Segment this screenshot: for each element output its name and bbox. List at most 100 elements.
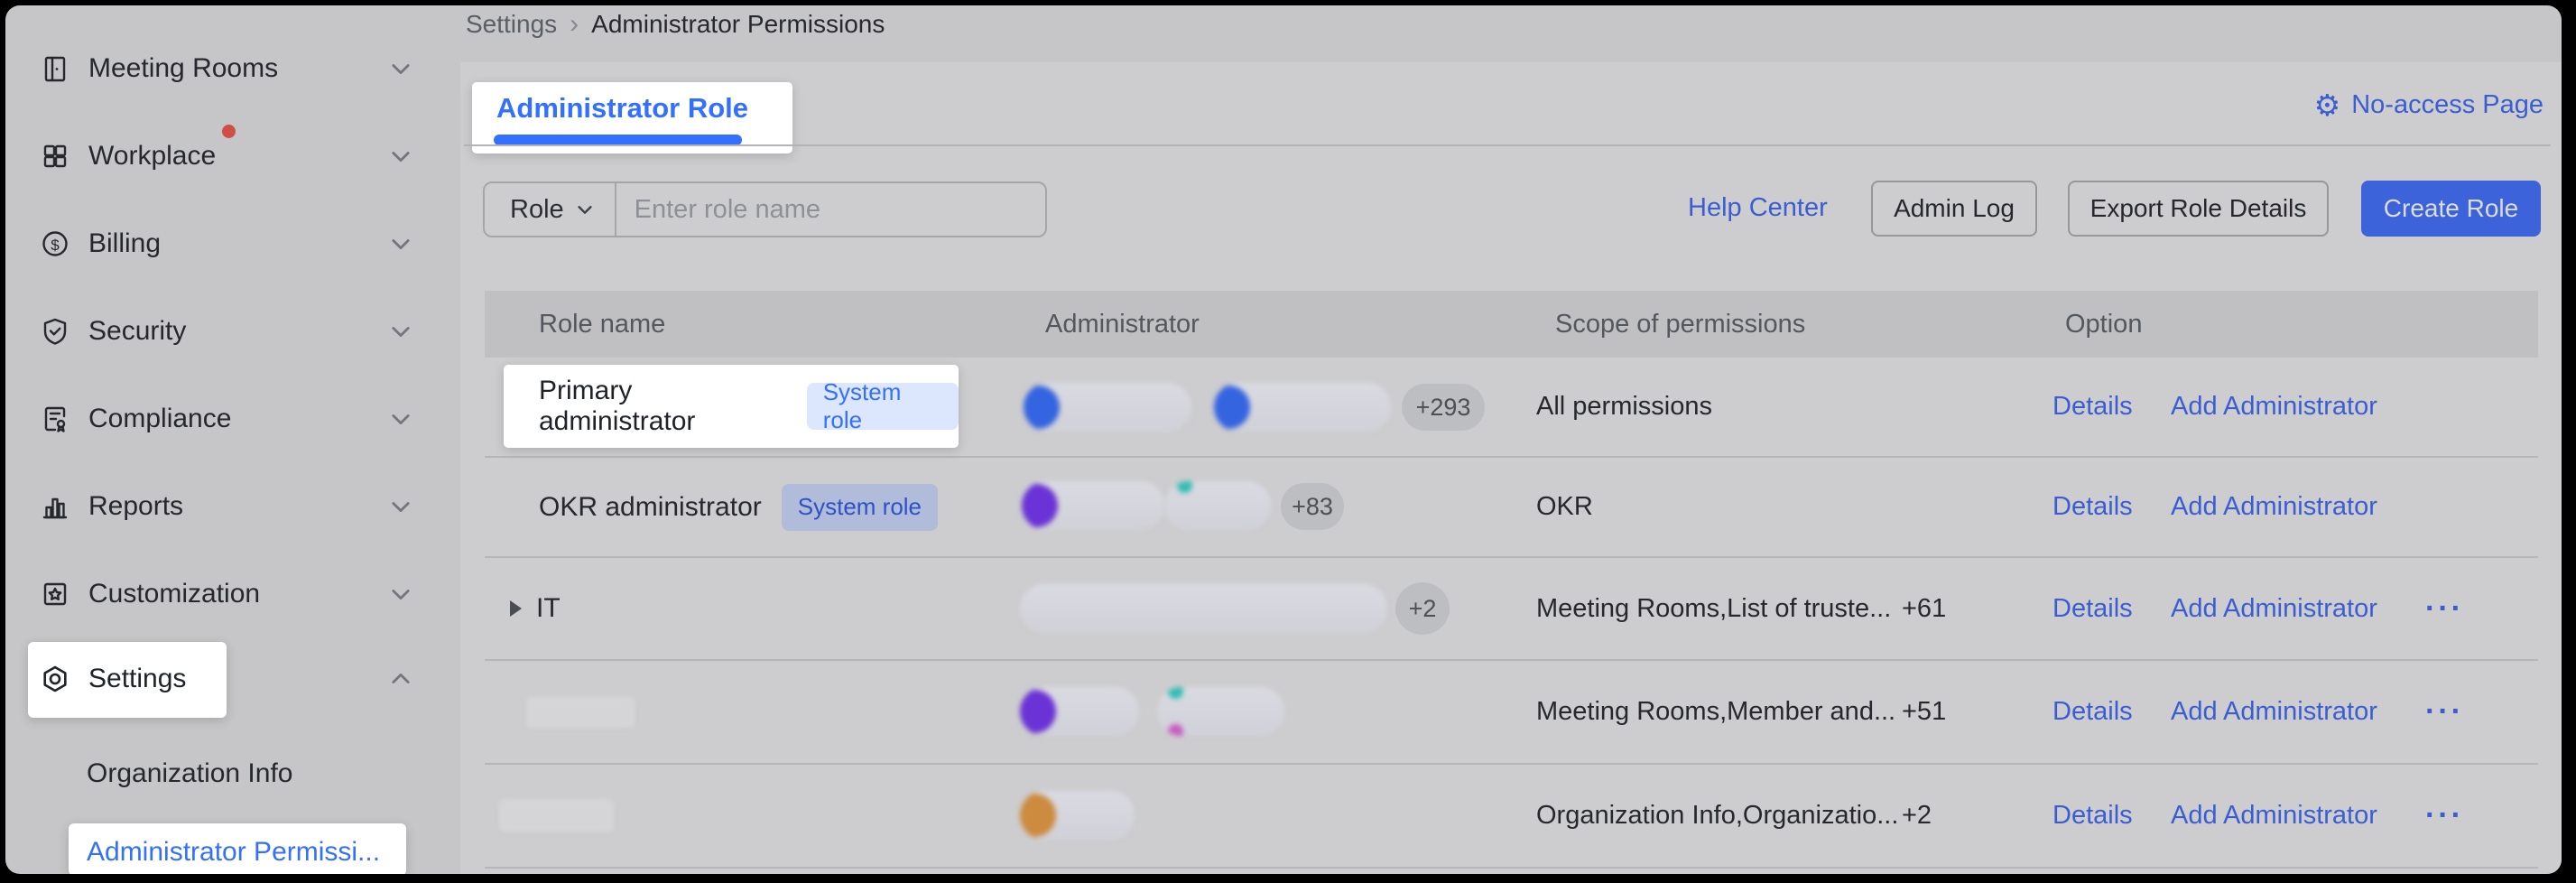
svg-text:$: $ [51,237,60,254]
no-access-page-label: No-access Page [2351,90,2544,120]
sidebar-item-meeting-rooms[interactable]: Meeting Rooms [40,40,413,98]
table-row: IT +2 Meeting Rooms,List of truste... +6… [485,558,2538,661]
column-scope: Scope of permissions [1555,291,1805,358]
settings-gear-icon [40,664,70,694]
breadcrumb: Settings › Administrator Permissions [466,9,885,40]
admin-log-button[interactable]: Admin Log [1871,181,2037,237]
tab-spotlight: Administrator Role [472,82,792,153]
details-link[interactable]: Details [2052,358,2133,456]
sidebar-item-label: Security [88,316,186,347]
add-administrator-link[interactable]: Add Administrator [2171,765,2377,867]
no-access-page-link[interactable]: ⚙ No-access Page [2314,90,2544,120]
search-filter-dropdown[interactable]: Role [485,195,615,225]
role-table: Primary administrator System role +293 A… [485,358,2538,869]
scope-extra-count[interactable]: +61 [1902,558,1946,659]
scope-text: All permissions [1536,358,1712,456]
breadcrumb-separator-icon: › [570,9,579,40]
scope-extra-count[interactable]: +51 [1902,661,1946,763]
role-name: OKR administrator [539,492,762,523]
chevron-down-icon [388,406,413,432]
column-option: Option [2065,291,2142,358]
more-options-icon[interactable]: ··· [2425,661,2464,763]
star-square-icon [40,579,70,609]
shield-check-icon [40,316,70,347]
bar-chart-icon [40,491,70,522]
admin-count-pill[interactable]: +2 [1395,582,1450,635]
role-name-cell: IT [510,558,561,659]
column-administrator: Administrator [1045,291,1200,358]
sidebar-item-settings[interactable]: Settings [40,650,413,708]
chevron-up-icon [388,666,413,692]
more-options-icon[interactable]: ··· [2425,765,2464,867]
blurred-avatar-chip [1024,383,1191,432]
role-name: Primary administrator [539,376,787,437]
grid-icon [40,141,70,172]
scope-text: Meeting Rooms,Member and... [1536,661,1895,763]
chevron-down-icon [575,200,595,219]
table-row: Organization Info,Organizatio... +2 Deta… [485,765,2538,869]
help-center-link[interactable]: Help Center [1688,193,1828,223]
details-link[interactable]: Details [2052,661,2133,763]
create-role-button[interactable]: Create Role [2361,181,2541,237]
blurred-avatar-chip [1020,687,1139,736]
sidebar-item-reports[interactable]: Reports [40,478,413,535]
system-role-badge: System role [782,484,938,531]
sidebar-item-label: Compliance [88,404,231,434]
blurred-avatar-chip [1020,584,1387,633]
role-name-cell: OKR administrator System role [539,458,938,556]
chevron-down-icon [388,319,413,344]
table-row: OKR administrator System role +83 OKR De… [485,458,2538,558]
add-administrator-link[interactable]: Add Administrator [2171,558,2377,659]
door-icon [40,53,70,84]
add-administrator-link[interactable]: Add Administrator [2171,458,2377,556]
blurred-avatar-chip [1214,383,1391,432]
role-name-input[interactable] [616,195,1045,225]
more-options-icon[interactable]: ··· [2425,558,2464,659]
details-link[interactable]: Details [2052,765,2133,867]
sidebar-subitem-organization-info[interactable]: Organization Info [87,758,292,789]
blurred-avatar-chip [1164,481,1271,530]
breadcrumb-parent[interactable]: Settings [466,10,557,39]
chevron-down-icon [388,581,413,607]
sidebar-item-label: Customization [88,579,260,609]
scope-text: Organization Info,Organizatio... [1536,765,1898,867]
role-name: IT [536,593,561,624]
blurred-avatar-chip [1157,687,1284,736]
add-administrator-link[interactable]: Add Administrator [2171,661,2377,763]
breadcrumb-current: Administrator Permissions [591,10,885,39]
sidebar-item-customization[interactable]: Customization [40,565,413,623]
blurred-avatar-chip [1022,481,1164,530]
expand-triangle-icon[interactable] [510,600,522,617]
scope-extra-count[interactable]: +2 [1902,765,1932,867]
row-spotlight: Primary administrator System role [504,365,959,448]
details-link[interactable]: Details [2052,558,2133,659]
export-role-details-button[interactable]: Export Role Details [2068,181,2329,237]
scope-text: Meeting Rooms,List of truste... [1536,558,1891,659]
chevron-down-icon [388,231,413,256]
redacted-role-name [526,697,635,728]
chevron-down-icon [388,144,413,169]
tabs-divider [464,144,2551,146]
system-role-badge: System role [807,383,959,430]
document-seal-icon [40,404,70,434]
sidebar-item-label: Reports [88,491,183,522]
admin-count-pill[interactable]: +83 [1281,483,1344,530]
gear-icon: ⚙ [2314,90,2341,120]
sidebar-item-billing[interactable]: $ Billing [40,215,413,273]
role-search-box: Role [483,181,1047,237]
tab-administrator-role[interactable]: Administrator Role [496,82,748,135]
column-role-name: Role name [539,291,665,358]
sidebar-item-label: Settings [88,664,186,694]
sidebar-item-compliance[interactable]: Compliance [40,390,413,448]
chevron-down-icon [388,494,413,519]
notification-dot [222,125,236,138]
add-administrator-link[interactable]: Add Administrator [2171,358,2377,456]
sidebar-item-security[interactable]: Security [40,302,413,360]
details-link[interactable]: Details [2052,458,2133,556]
admin-count-pill[interactable]: +293 [1402,384,1485,431]
blurred-avatar-chip [1020,791,1135,840]
scope-text: OKR [1536,458,1593,556]
redacted-role-name [499,799,614,832]
chevron-down-icon [388,56,413,81]
sidebar-subitem-administrator-permissions[interactable]: Administrator Permissi... [87,837,380,868]
